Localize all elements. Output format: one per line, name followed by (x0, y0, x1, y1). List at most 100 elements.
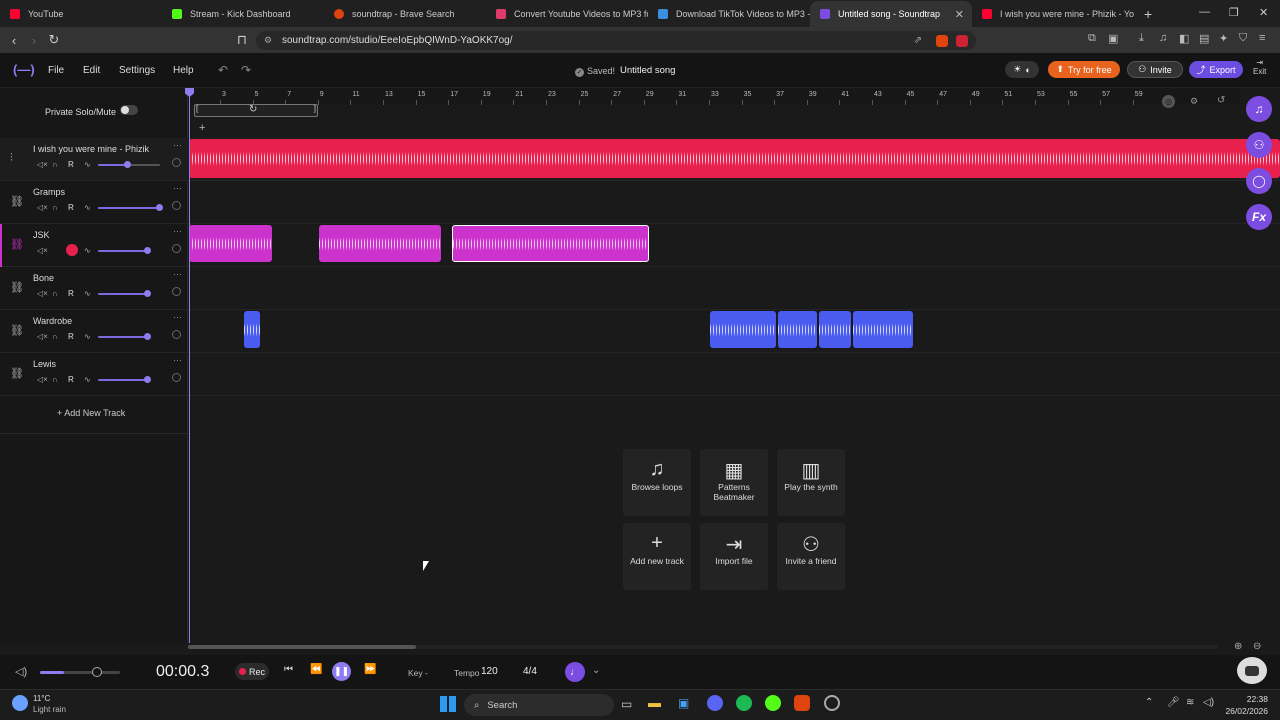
soundtrap-logo[interactable]: (—) (13, 62, 35, 77)
fast-forward-icon[interactable]: ⏩ (364, 664, 376, 675)
pan-dial[interactable] (172, 244, 181, 253)
volume-knob[interactable] (144, 376, 151, 383)
timeline-ruler[interactable]: 3 5 7 9 11 13 15 17 19 21 23 25 27 29 31 33 35 37 39 41 43 45… (188, 88, 1240, 105)
more-icon[interactable]: ··· (173, 140, 182, 150)
record-arm-button[interactable]: R (68, 160, 74, 169)
audio-clip-wardrobe-5[interactable] (853, 311, 913, 348)
track-header-2[interactable]: ⛓ Gramps ··· ◁× ∩ R ∿ (0, 181, 188, 224)
share-icon[interactable]: ⇗ (914, 35, 922, 46)
app-icon[interactable] (765, 695, 781, 711)
redo-icon[interactable]: ↷ (241, 63, 251, 77)
audio-clip-jsk-1[interactable] (189, 225, 272, 262)
more-icon[interactable]: ··· (173, 183, 182, 193)
audio-clip-wardrobe-1[interactable] (244, 311, 260, 348)
volume-slider[interactable] (98, 293, 148, 295)
mute-icon[interactable]: ◁× (37, 375, 48, 384)
microphone-icon[interactable]: 🎤︎ (1167, 697, 1180, 708)
browse-loops-tile[interactable]: ♫ Browse loops (623, 449, 691, 516)
automation-icon[interactable]: ∿ (84, 160, 91, 169)
close-window-icon[interactable]: ✕ (1259, 6, 1268, 19)
automation-icon[interactable]: ∿ (84, 375, 91, 384)
invite-friend-tile[interactable]: ⚇ Invite a friend (777, 523, 845, 590)
track-header-5[interactable]: ⛓ Wardrobe ··· ◁× ∩ R ∿ (0, 310, 188, 353)
mute-icon[interactable]: ◁× (37, 203, 48, 212)
record-arm-button[interactable]: R (68, 289, 74, 298)
volume-slider[interactable] (98, 207, 160, 209)
tray-chevron-icon[interactable]: ⌃ (1145, 697, 1153, 708)
weather-icon[interactable] (12, 695, 28, 711)
more-icon[interactable]: ··· (173, 269, 182, 279)
more-icon[interactable]: ··· (173, 226, 182, 236)
audio-clip-jsk-2[interactable] (319, 225, 441, 262)
private-solo-toggle[interactable] (120, 105, 138, 115)
loops-icon[interactable]: ♫ (1246, 96, 1272, 122)
tab-convert[interactable]: Convert Youtube Videos to MP3 for (486, 1, 648, 27)
song-title[interactable]: Untitled song (620, 65, 675, 76)
volume-icon[interactable]: ◁) (1203, 697, 1214, 708)
tuner-icon[interactable]: ♩ (565, 662, 585, 682)
solo-headphone-icon[interactable]: ∩ (52, 289, 58, 298)
tab-tiktok[interactable]: Download TikTok Videos to MP3 - Fr (648, 1, 810, 27)
tab-search-icon[interactable]: ▣ (1108, 32, 1118, 45)
automation-icon[interactable]: ∿ (84, 289, 91, 298)
metronome-icon[interactable]: ◎ (1162, 95, 1175, 108)
volume-slider[interactable] (98, 379, 148, 381)
mute-icon[interactable]: ◁× (37, 332, 48, 341)
menu-file[interactable]: File (48, 65, 64, 76)
lane-6[interactable] (188, 353, 1280, 396)
track-header-4[interactable]: ⛓ Bone ··· ◁× ∩ R ∿ (0, 267, 188, 310)
task-view-icon[interactable]: ▭ (621, 697, 632, 711)
media-icon[interactable]: ♫ (1159, 32, 1167, 44)
undo-icon[interactable]: ↶ (218, 63, 228, 77)
reload-icon[interactable]: ↻ (44, 32, 64, 48)
play-synth-tile[interactable]: ▥ Play the synth (777, 449, 845, 516)
solo-headphone-icon[interactable]: ∩ (52, 375, 58, 384)
solo-headphone-icon[interactable]: ∩ (52, 332, 58, 341)
lane-4[interactable] (188, 267, 1280, 310)
fx-icon[interactable]: Fx (1246, 204, 1272, 230)
horizontal-scrollbar[interactable] (188, 645, 1218, 649)
invite-button[interactable]: ⚇ Invite (1127, 61, 1183, 78)
track-header-6[interactable]: ⛓ Lewis ··· ◁× ∩ R ∿ (0, 353, 188, 396)
new-tab-icon[interactable]: + (1144, 1, 1152, 27)
clock-time[interactable]: 22:38 (1224, 694, 1268, 704)
back-icon[interactable]: ‹ (4, 33, 24, 48)
loop-start-handle[interactable]: [ (196, 104, 198, 113)
try-free-button[interactable]: ⬆ Try for free (1048, 61, 1120, 78)
record-arm-button[interactable]: R (68, 332, 74, 341)
extensions-icon[interactable]: ⧉ (1088, 32, 1096, 45)
zoom-in-icon[interactable]: ⊕ (1234, 641, 1242, 652)
track-header-3[interactable]: ⛓ JSK ··· ◁× ∿ (0, 224, 188, 267)
pause-button[interactable]: ❚❚ (332, 662, 351, 681)
volume-knob[interactable] (156, 204, 163, 211)
automation-icon[interactable]: ∿ (84, 203, 91, 212)
pan-dial[interactable] (172, 373, 181, 382)
solo-headphone-icon[interactable]: ∩ (52, 160, 58, 169)
lane-2[interactable] (188, 181, 1280, 224)
close-tab-icon[interactable]: ✕ (955, 8, 964, 21)
wifi-icon[interactable]: ≋ (1186, 697, 1194, 708)
skip-start-icon[interactable]: ⏮ (284, 664, 293, 675)
add-marker-icon[interactable]: + (199, 122, 205, 134)
brave-icon[interactable] (794, 695, 810, 711)
file-explorer-icon[interactable]: ▬ (648, 695, 661, 710)
snap-settings-icon[interactable]: ⚙ (1190, 96, 1198, 107)
loop-region[interactable]: [ ↻ ] (194, 104, 318, 117)
import-file-tile[interactable]: ⇥ Import file (700, 523, 768, 590)
forward-icon[interactable]: › (24, 33, 44, 48)
volume-slider[interactable] (98, 250, 148, 252)
tab-soundtrap[interactable]: Untitled song - Soundtrap ✕ (810, 1, 972, 27)
taskbar-search[interactable]: ⌕ Search (464, 694, 614, 716)
wallet-icon[interactable]: ▤ (1199, 32, 1209, 45)
add-new-track-tile[interactable]: + Add new track (623, 523, 691, 590)
automation-icon[interactable]: ∿ (84, 246, 91, 255)
pan-dial[interactable] (172, 287, 181, 296)
url-input[interactable]: ⚙ soundtrap.com/studio/EeeIoEpbQIWnD-YaO… (256, 31, 976, 50)
audio-clip-wardrobe-4[interactable] (819, 311, 851, 348)
tempo-value[interactable]: 120 (481, 666, 498, 677)
chat-icon[interactable]: ◯ (1246, 168, 1272, 194)
volume-slider[interactable] (98, 336, 148, 338)
record-button[interactable]: Rec (235, 663, 269, 680)
pan-dial[interactable] (172, 201, 181, 210)
maximize-icon[interactable]: ❐ (1229, 6, 1239, 19)
